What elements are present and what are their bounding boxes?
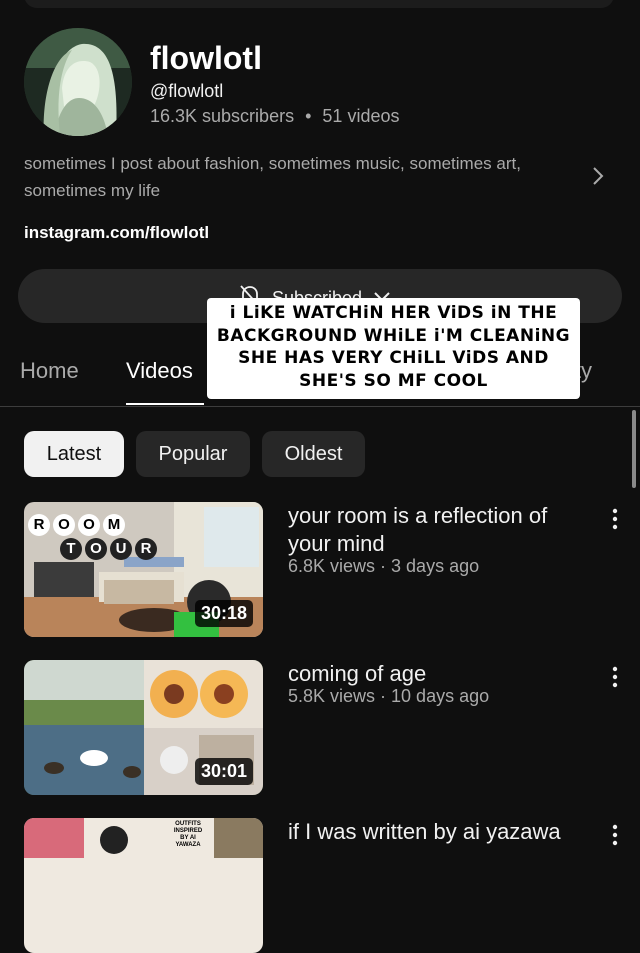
caption-line: i LiKE WATCHiN HER ViDS iN THE [229,303,558,323]
video-title[interactable]: coming of age [288,660,588,688]
video-thumbnail[interactable]: R O O M T O U R 30:18 [24,502,263,637]
tab-home[interactable]: Home [20,358,79,384]
video-item[interactable]: OUTFITS INSPIRED BY AI YAWAZA if I was w… [0,818,640,953]
tab-videos[interactable]: Videos [126,358,193,384]
chevron-right-icon[interactable] [588,164,608,188]
top-search-bar[interactable] [24,0,614,8]
filter-latest[interactable]: Latest [24,431,124,477]
active-tab-indicator [126,403,204,405]
more-vert-icon[interactable] [606,506,624,532]
thumbnail-caption: OUTFITS INSPIRED BY AI YAWAZA [173,821,203,848]
video-count: 51 videos [322,106,400,126]
more-vert-icon[interactable] [606,822,624,848]
room-tour-lettering-2: T O U R [60,538,157,560]
video-item[interactable]: R O O M T O U R 30:18 your room is a ref… [0,502,640,642]
video-meta: 5.8K views · 10 days ago [288,686,490,706]
stats-separator: • [305,106,312,126]
channel-avatar[interactable] [24,28,132,136]
video-item[interactable]: 30:01 coming of age 5.8K views · 10 days… [0,660,640,800]
room-tour-lettering: R O O M [28,514,125,536]
video-thumbnail[interactable]: OUTFITS INSPIRED BY AI YAWAZA [24,818,263,953]
caption-line: BACKGROUND WHiLE i'M CLEANiNG [216,325,571,346]
video-duration: 30:18 [194,600,253,627]
more-vert-icon[interactable] [606,664,624,690]
channel-link[interactable]: instagram.com/flowlotl [24,223,209,243]
video-title[interactable]: if I was written by ai yazawa [288,818,588,846]
filter-oldest[interactable]: Oldest [262,431,365,477]
channel-description[interactable]: sometimes I post about fashion, sometime… [24,150,574,204]
channel-stats: 16.3K subscribers • 51 videos [150,106,399,127]
video-thumbnail[interactable]: 30:01 [24,660,263,795]
filter-popular[interactable]: Popular [136,431,250,477]
channel-handle: @flowlotl [150,81,224,101]
subscriber-count: 16.3K subscribers [150,106,295,126]
caption-line: SHE HAS VERY CHiLL ViDS AND [238,348,549,368]
scrollbar[interactable] [632,410,636,488]
video-duration: 30:01 [194,758,253,785]
channel-name: flowlotl [150,40,262,76]
caption-line: SHE'S SO MF COOL [299,370,488,391]
overlay-caption: i LiKE WATCHiN HER ViDS iN THE BACKGROUN… [207,298,580,399]
video-title[interactable]: your room is a reflection of your mind [288,502,588,558]
video-meta: 6.8K views · 3 days ago [288,556,480,576]
